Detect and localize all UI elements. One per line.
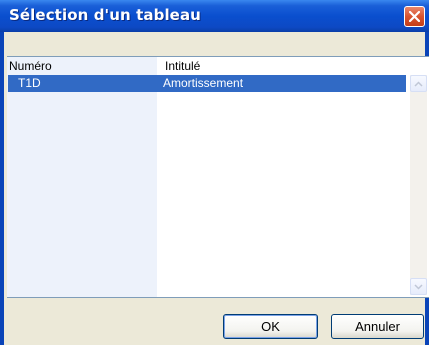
vertical-scrollbar[interactable]	[410, 75, 427, 295]
column-header-numero[interactable]: Numéro	[9, 59, 52, 73]
cell-intitule: Amortissement	[163, 76, 244, 90]
ok-button[interactable]: OK	[223, 314, 318, 339]
arrow-down-icon	[414, 284, 423, 290]
numero-column-shade	[7, 57, 157, 297]
title-bar[interactable]: Sélection d'un tableau	[0, 0, 429, 32]
table-row[interactable]: T1D Amortissement	[8, 75, 406, 92]
scroll-down-button[interactable]	[410, 278, 427, 295]
column-header-intitule[interactable]: Intitulé	[165, 59, 200, 73]
scroll-up-button[interactable]	[410, 75, 427, 92]
close-button[interactable]	[404, 6, 425, 27]
close-icon	[409, 11, 420, 22]
table-list[interactable]	[7, 56, 429, 298]
arrow-up-icon	[414, 81, 423, 87]
cancel-button[interactable]: Annuler	[331, 314, 424, 339]
cell-numero: T1D	[18, 76, 41, 90]
window-title: Sélection d'un tableau	[9, 6, 201, 24]
dialog-window: Sélection d'un tableau Numéro Intitulé T…	[0, 0, 429, 345]
